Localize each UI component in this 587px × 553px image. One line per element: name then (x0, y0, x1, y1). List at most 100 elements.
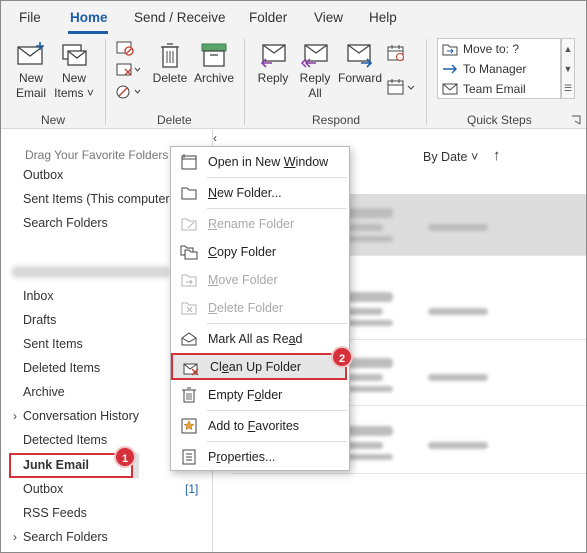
menu-label: Add to Favorites (208, 419, 299, 433)
tab-send-receive[interactable]: Send / Receive (134, 10, 226, 25)
folder-sent-items-this-computer[interactable]: Sent Items (This computer o (23, 192, 180, 206)
folder-outbox[interactable]: Outbox (23, 482, 63, 496)
label-part: ove Folder (218, 272, 278, 287)
group-divider (426, 39, 427, 125)
new-items-icon (62, 44, 87, 66)
quick-step-move-to[interactable]: Move to: ? (442, 42, 519, 56)
clean-up-icon[interactable] (115, 61, 141, 79)
label-part: avorites (255, 418, 300, 433)
menu-move-folder: Move Folder (171, 266, 349, 293)
expand-gallery-icon[interactable]: ☰ (562, 79, 574, 98)
forward-label: Forward (337, 71, 382, 85)
menu-new-folder[interactable]: New Folder... (171, 179, 349, 206)
more-respond-icon[interactable] (386, 77, 416, 97)
tab-folder[interactable]: Folder (249, 10, 287, 25)
empty-folder-icon (182, 387, 196, 403)
chevron-right-icon[interactable]: › (13, 530, 17, 544)
menu-divider (207, 208, 347, 209)
menu-properties[interactable]: Properties... (171, 443, 349, 470)
tab-help[interactable]: Help (369, 10, 397, 25)
collapse-pane-icon[interactable]: ‹ (213, 131, 217, 145)
label-part: ew Folder... (217, 185, 282, 200)
reply-label: Reply (257, 71, 289, 85)
mnemonic: N (208, 185, 218, 200)
reply-icon (260, 44, 286, 68)
reply-all-icon (300, 44, 328, 68)
forward-icon (347, 44, 373, 68)
account-header-redacted[interactable] (11, 266, 171, 278)
meeting-icon[interactable] (386, 43, 406, 63)
mail-icon (442, 83, 458, 95)
delete-folder-icon (181, 302, 197, 315)
reply-all-label-2: All (308, 86, 322, 100)
chevron-right-icon[interactable]: › (13, 409, 17, 423)
tab-file[interactable]: File (19, 10, 41, 25)
menu-label: Open in New Window (208, 155, 328, 169)
properties-icon (182, 449, 196, 465)
delete-button[interactable]: Delete (151, 41, 189, 86)
new-email-button[interactable]: New Email (13, 41, 49, 101)
menu-clean-up-folder[interactable]: Clean Up Folder (171, 353, 347, 380)
new-email-label-2: Email (15, 86, 46, 100)
reply-all-button[interactable]: Reply All (297, 41, 333, 101)
mnemonic: C (208, 244, 218, 259)
redacted-preview (343, 386, 393, 392)
folder-search-folders-top[interactable]: Search Folders (23, 216, 108, 230)
menu-open-new-window[interactable]: Open in New Window (171, 148, 349, 175)
new-items-label-1: New (61, 71, 86, 85)
scroll-up-icon[interactable]: ▲ (562, 39, 574, 59)
delete-label: Delete (152, 71, 188, 85)
move-folder-icon (181, 274, 197, 287)
folder-detected-items[interactable]: Detected Items (23, 433, 107, 447)
scroll-down-icon[interactable]: ▼ (562, 59, 574, 79)
mark-read-icon (181, 332, 197, 346)
new-items-button[interactable]: New Items ˅ (53, 41, 95, 101)
menu-label: Copy Folder (208, 245, 276, 259)
folder-inbox[interactable]: Inbox (23, 289, 54, 303)
menu-add-to-favorites[interactable]: Add to Favorites (171, 412, 349, 439)
dialog-launcher-icon[interactable] (571, 115, 581, 125)
folder-outbox-top[interactable]: Outbox (23, 168, 63, 182)
ignore-icon[interactable] (115, 39, 135, 57)
archive-button[interactable]: Archive (191, 41, 237, 86)
quick-step-team-email[interactable]: Team Email (442, 82, 526, 96)
sort-by-date[interactable]: By Date ˅ (423, 150, 478, 164)
mnemonic: W (283, 154, 296, 169)
menu-divider (207, 441, 347, 442)
group-label-respond: Respond (312, 113, 361, 127)
folder-conversation-history[interactable]: Conversation History (23, 409, 139, 423)
quick-step-move-to-label: Move to: ? (463, 42, 520, 56)
tab-view[interactable]: View (314, 10, 343, 25)
menu-divider (207, 410, 347, 411)
tab-home[interactable]: Home (70, 10, 108, 25)
favorites-drag-hint: Drag Your Favorite Folders H (25, 148, 181, 162)
folder-search-folders[interactable]: Search Folders (23, 530, 108, 544)
label-part: lder (261, 387, 283, 402)
menu-copy-folder[interactable]: Copy Folder (171, 238, 349, 265)
folder-drafts[interactable]: Drafts (23, 313, 56, 327)
menu-label: Mark All as Read (208, 332, 303, 346)
junk-icon[interactable] (115, 83, 141, 101)
folder-archive[interactable]: Archive (23, 385, 65, 399)
quick-step-to-manager[interactable]: To Manager (442, 62, 526, 76)
folder-junk-email[interactable]: Junk Email (23, 458, 89, 472)
menu-mark-all-read[interactable]: Mark All as Read (171, 325, 349, 352)
sort-direction-icon[interactable]: ↑ (493, 147, 501, 164)
mnemonic: M (208, 272, 219, 287)
mnemonic: D (208, 300, 218, 315)
menu-bar: File Home Send / Receive Folder View Hel… (1, 1, 586, 35)
quick-steps-scroll[interactable]: ▲ ▼ ☰ (561, 38, 575, 99)
star-icon (181, 418, 197, 434)
reply-button[interactable]: Reply (255, 41, 291, 86)
folder-deleted-items[interactable]: Deleted Items (23, 361, 100, 375)
menu-label: Rename Folder (208, 217, 294, 231)
menu-empty-folder[interactable]: Empty Folder (171, 381, 349, 408)
label-part: Empty F (208, 387, 255, 402)
forward-button[interactable]: Forward (337, 41, 383, 86)
folder-rss-feeds[interactable]: RSS Feeds (23, 506, 87, 520)
arrow-right-icon (443, 64, 457, 74)
new-window-icon (181, 154, 197, 170)
redacted-date (428, 224, 488, 231)
label-part: elete Folder (217, 300, 284, 315)
folder-sent-items[interactable]: Sent Items (23, 337, 83, 351)
